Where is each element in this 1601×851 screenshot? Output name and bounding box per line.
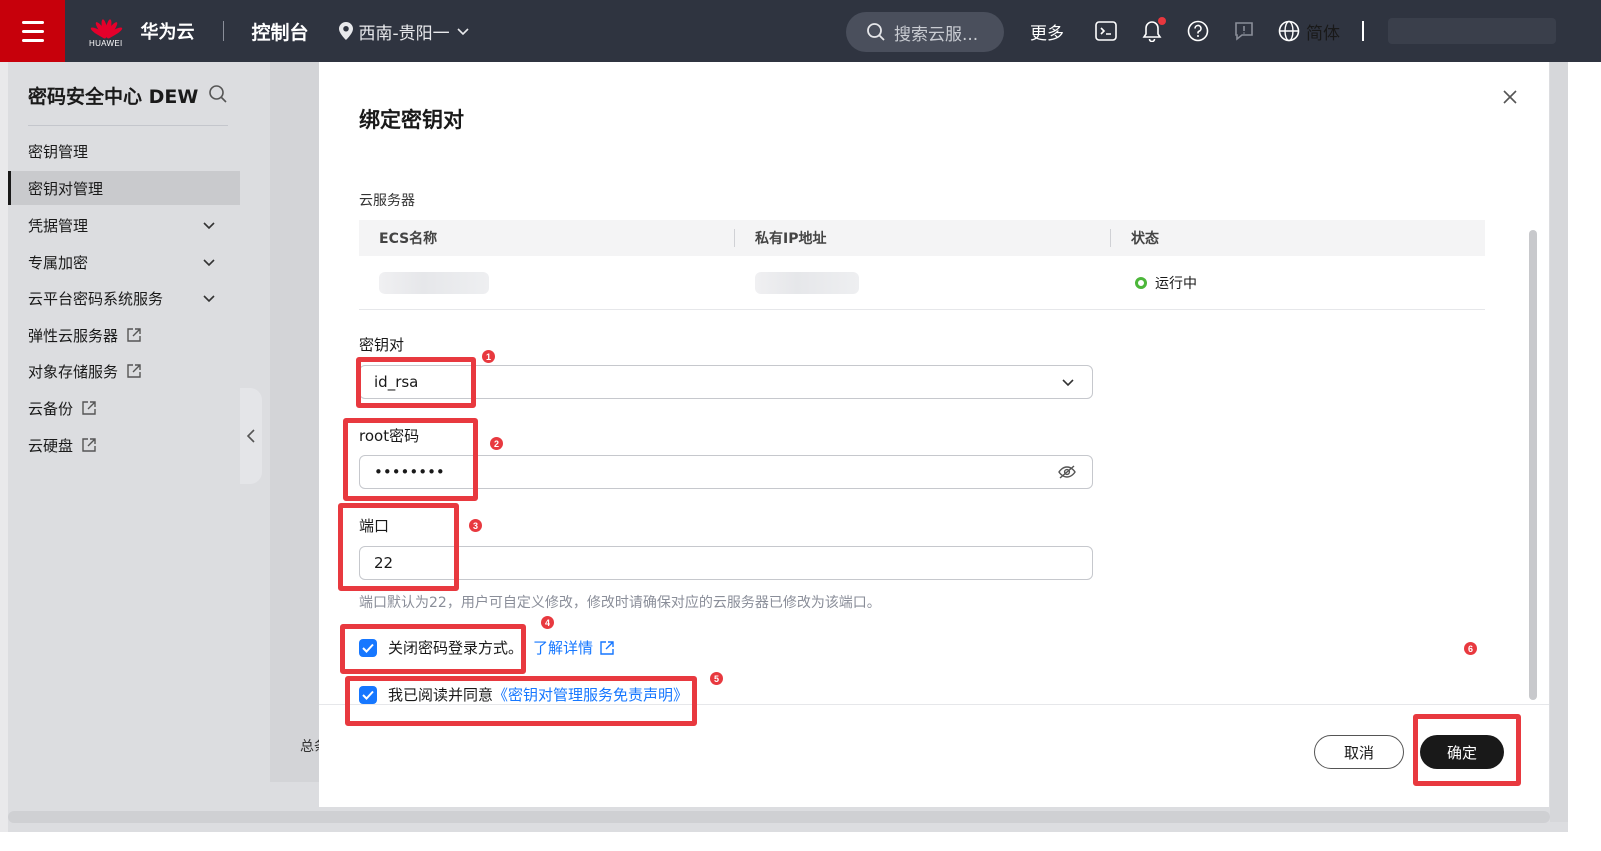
huawei-flower-icon (89, 15, 124, 39)
sidebar-item-label: 密钥管理 (28, 142, 89, 161)
page-scroll-track (1550, 62, 1568, 822)
sidebar-item-label: 凭据管理 (28, 216, 89, 235)
sidebar-item-dedicated-encryption[interactable]: 专属加密 (8, 245, 240, 279)
table-header: ECS名称 私有IP地址 状态 (359, 220, 1485, 256)
account-name-redacted[interactable] (1388, 18, 1556, 44)
sidebar-collapse-handle[interactable] (240, 388, 262, 484)
chevron-down-icon (203, 295, 215, 303)
sidebar-item-label: 云平台密码系统服务 (28, 289, 164, 308)
annotation-badge-5: 5 (710, 672, 723, 685)
annotation-badge-1: 1 (482, 350, 495, 363)
annotation-badge-4: 4 (541, 616, 554, 629)
external-link-icon (600, 640, 614, 655)
column-header: 状态 (1131, 231, 1159, 247)
feedback-icon[interactable] (1232, 19, 1256, 43)
sidebar-item-label: 专属加密 (28, 253, 89, 272)
logo-subtext: HUAWEI (89, 38, 123, 48)
annotation-badge-6: 6 (1464, 642, 1477, 655)
sidebar-item-credential-management[interactable]: 凭据管理 (8, 208, 240, 242)
close-icon[interactable] (1501, 88, 1519, 106)
learn-more-link[interactable]: 了解详情 (533, 637, 615, 658)
top-right-tools: 更多 简体 (1030, 0, 1556, 62)
annotation-box-5 (345, 676, 697, 726)
annotation-box-6 (1413, 714, 1521, 786)
external-link-icon (127, 364, 141, 378)
annotation-box-4 (340, 624, 526, 674)
dialog-title: 绑定密钥对 (359, 108, 464, 132)
huawei-cloud-logo[interactable]: HUAWEI 华为云 (89, 15, 195, 48)
divider (1362, 21, 1364, 41)
column-header: ECS名称 (359, 220, 735, 256)
annotation-box-1 (356, 357, 476, 408)
search-icon (867, 23, 885, 41)
port-hint: 端口默认为22，用户可自定义修改，修改时请确保对应的云服务器已修改为该端口。 (359, 595, 881, 611)
sidebar-item-evs[interactable]: 云硬盘 (8, 428, 240, 462)
language-label: 简体 (1306, 23, 1340, 44)
status-cell: 运行中 (1111, 273, 1485, 293)
sidebar-item-label: 云备份 (28, 399, 74, 418)
hamburger-menu-icon[interactable] (0, 0, 65, 62)
external-link-icon (127, 328, 141, 342)
ecs-name-redacted (379, 271, 489, 294)
port-field[interactable]: 22 (359, 546, 1093, 580)
sidebar-item-ecs[interactable]: 弹性云服务器 (8, 318, 240, 352)
annotation-badge-2: 2 (490, 437, 503, 450)
cancel-button[interactable]: 取消 (1314, 735, 1404, 769)
globe-icon (1278, 20, 1300, 42)
column-header: 私有IP地址 (735, 220, 1111, 256)
cloud-shell-icon[interactable] (1094, 19, 1118, 43)
annotation-box-2 (343, 418, 478, 501)
keypair-label: 密钥对 (359, 336, 405, 354)
divider (222, 21, 224, 41)
console-link[interactable]: 控制台 (252, 18, 309, 45)
search-icon[interactable] (208, 84, 228, 108)
section-label: 云服务器 (359, 193, 415, 209)
private-ip-redacted (755, 271, 859, 294)
service-title: 密码安全中心 DEW (28, 86, 199, 108)
dialog-scrollbar[interactable] (1529, 230, 1537, 700)
sidebar-item-key-management[interactable]: 密钥管理 (8, 134, 240, 168)
server-table: ECS名称 私有IP地址 状态 运行中 (359, 220, 1485, 310)
region-selector[interactable]: 西南-贵阳一 (338, 19, 470, 44)
window-left-edge (0, 62, 8, 832)
chevron-down-icon (1062, 379, 1074, 387)
location-pin-icon (338, 22, 353, 40)
search-placeholder: 搜索云服... (894, 24, 979, 45)
sidebar-item-keypair-management[interactable]: 密钥对管理 (8, 171, 240, 205)
window-right-edge (1568, 0, 1601, 851)
sidebar-item-label: 云硬盘 (28, 436, 74, 455)
divider (28, 125, 228, 126)
window-bottom-edge (0, 832, 1601, 851)
more-link[interactable]: 更多 (1030, 19, 1064, 44)
annotation-box-3 (338, 503, 459, 591)
chevron-left-icon (246, 429, 255, 443)
sidebar: 密码安全中心 DEW 密钥管理 密钥对管理 凭据管理 专属加密 云平台密码系统服… (8, 62, 240, 807)
sidebar-item-obs[interactable]: 对象存储服务 (8, 354, 240, 388)
brand-name: 华为云 (140, 22, 195, 43)
sidebar-item-cbr[interactable]: 云备份 (8, 391, 240, 425)
external-link-icon (82, 438, 96, 452)
running-status-icon (1135, 276, 1147, 289)
global-search[interactable]: 搜索云服... (846, 12, 1004, 52)
table-row: 运行中 (359, 256, 1485, 310)
language-switcher[interactable]: 简体 (1278, 19, 1340, 44)
horizontal-scrollbar[interactable] (8, 811, 1550, 823)
chevron-down-icon (203, 222, 215, 230)
sidebar-item-label: 弹性云服务器 (28, 326, 119, 345)
eye-hidden-icon[interactable] (1058, 464, 1076, 480)
sidebar-item-label: 对象存储服务 (28, 362, 119, 381)
chevron-down-icon (457, 28, 469, 36)
status-text: 运行中 (1155, 275, 1197, 292)
chevron-down-icon (203, 259, 215, 267)
help-icon[interactable] (1186, 19, 1210, 43)
annotation-badge-3: 3 (469, 519, 482, 532)
notification-bell-icon[interactable] (1140, 17, 1166, 43)
sidebar-item-label: 密钥对管理 (28, 179, 104, 198)
sidebar-item-cloud-crypto-service[interactable]: 云平台密码系统服务 (8, 281, 240, 315)
notification-dot (1158, 17, 1166, 25)
external-link-icon (82, 401, 96, 415)
region-name: 西南-贵阳一 (358, 23, 450, 44)
